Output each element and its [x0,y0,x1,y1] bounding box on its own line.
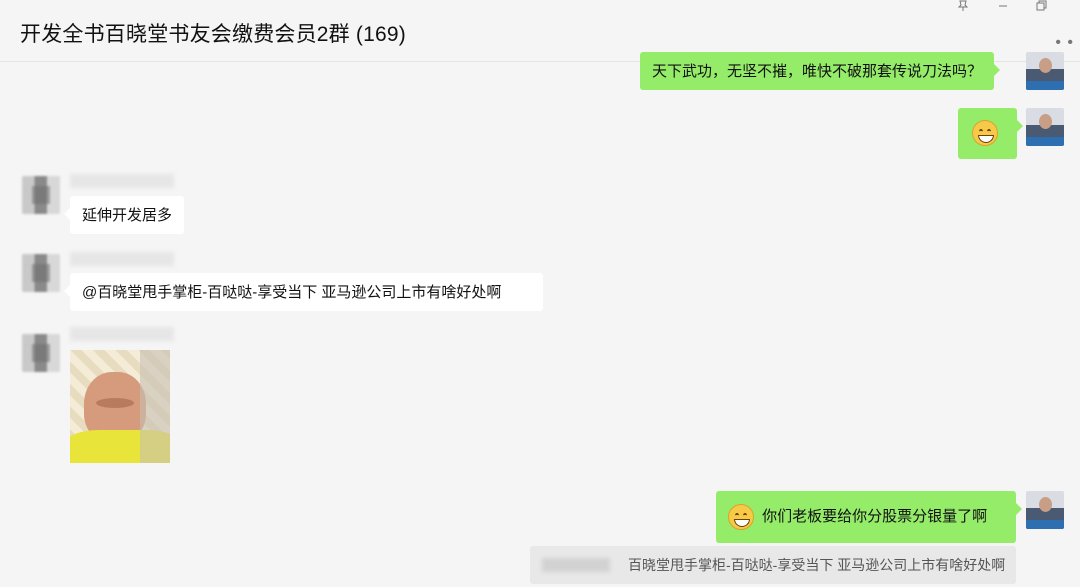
message-text: 你们老板要给你分股票分银量了啊 [762,508,988,525]
more-icon[interactable]: • • [1055,34,1074,52]
member-name-blurred [70,252,174,266]
message-bubble-self: 你们老板要给你分股票分银量了啊 [716,491,1022,543]
message-bubble-self [958,108,1023,159]
member-avatar[interactable] [22,334,60,372]
quoted-name-blurred [542,558,610,572]
member-avatar[interactable] [22,176,60,214]
self-avatar[interactable] [1026,108,1064,146]
self-avatar[interactable] [1026,52,1064,90]
meme-photo[interactable] [70,350,170,463]
message-bubble-member: @百晓堂甩手掌柜-百哒哒-享受当下 亚马逊公司上市有啥好处啊 [64,273,543,311]
restore-icon[interactable] [1026,0,1056,16]
quoted-message[interactable]: 百晓堂甩手掌柜-百哒哒-享受当下 亚马逊公司上市有啥好处啊 [530,546,1016,584]
chat-title: 开发全书百晓堂书友会缴费会员2群 (169) [20,23,406,46]
self-avatar[interactable] [1026,491,1064,529]
message-bubble-member: 延伸开发居多 [63,196,185,234]
message-bubble-self: 天下武功，无坚不摧，唯快不破那套传说刀法吗？ [640,52,1001,90]
grinning-face-icon [972,120,998,146]
pin-icon[interactable] [948,0,978,16]
message-text: @百晓堂甩手掌柜-百哒哒-享受当下 亚马逊公司上市有啥好处啊 [82,284,502,301]
message-text: 天下武功，无坚不摧，唯快不破那套传说刀法吗？ [652,63,983,80]
quoted-text: 百晓堂甩手掌柜-百哒哒-享受当下 亚马逊公司上市有啥好处啊 [628,557,1006,573]
minimize-icon[interactable] [988,0,1018,16]
member-name-blurred [70,174,174,188]
member-avatar[interactable] [22,254,60,292]
message-text: 延伸开发居多 [82,207,173,224]
grinning-face-icon [728,504,754,530]
member-name-blurred [70,327,174,341]
